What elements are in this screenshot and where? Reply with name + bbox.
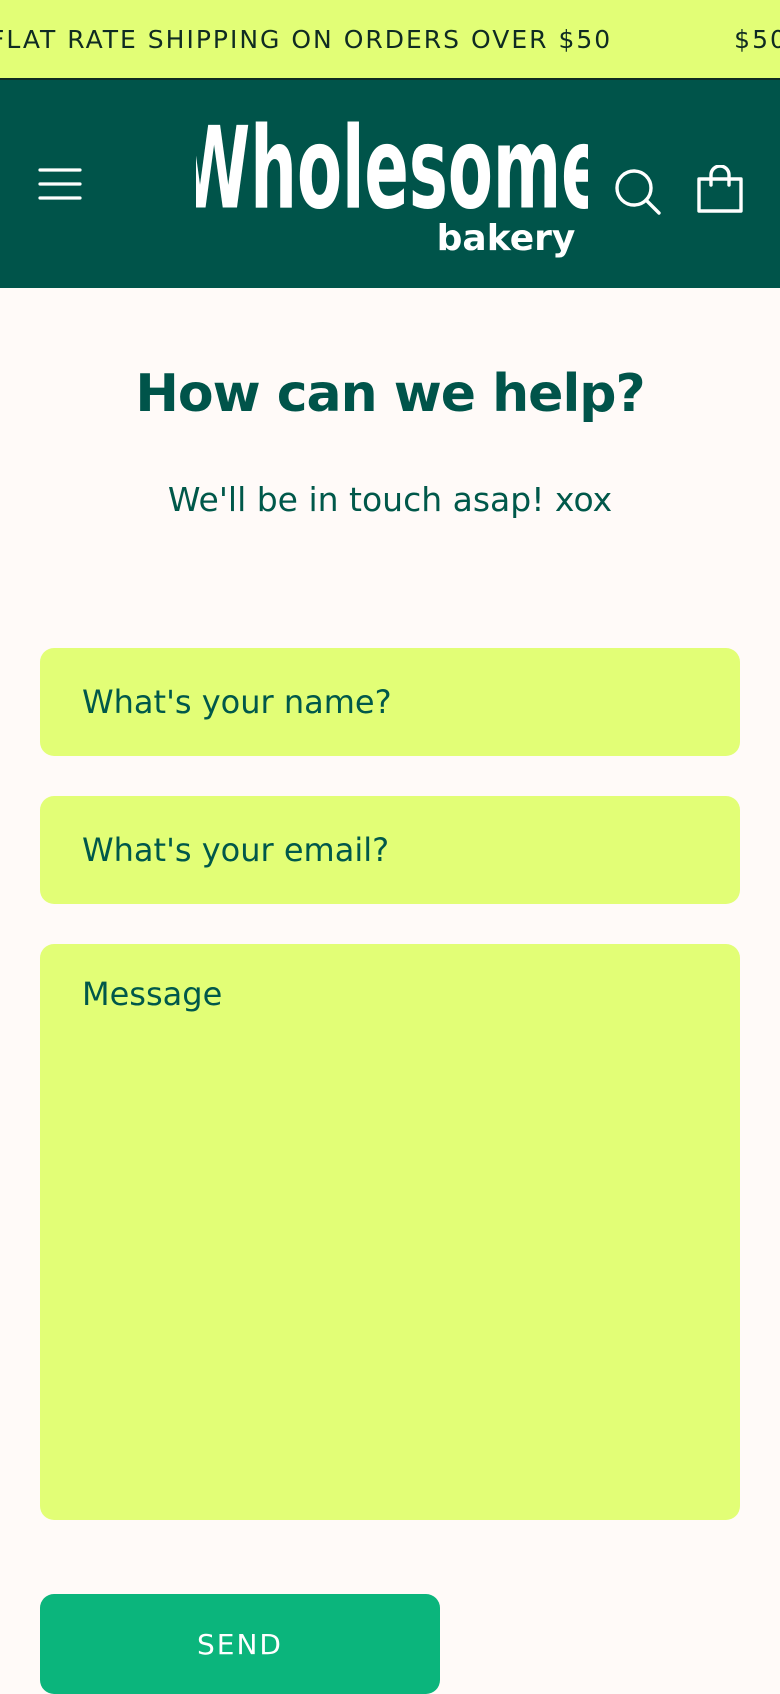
send-button[interactable]: SEND	[40, 1594, 440, 1694]
page-title: How can we help?	[135, 364, 645, 424]
hamburger-menu-icon	[38, 168, 82, 200]
announcement-message: FLAT RATE SHIPPING ON ORDERS OVER $50	[0, 24, 613, 54]
logo-text-main: Wholesome	[196, 102, 588, 234]
name-field[interactable]	[40, 648, 740, 756]
email-field[interactable]	[40, 796, 740, 904]
message-field[interactable]	[40, 944, 740, 1520]
shopping-bag-icon	[697, 165, 743, 213]
cart-button[interactable]	[686, 156, 754, 224]
announcement-track: FLAT RATE SHIPPING ON ORDERS OVER $50 $5…	[0, 0, 780, 78]
announcement-message-repeat: $50	[734, 24, 780, 54]
search-icon	[615, 169, 661, 215]
announcement-bar: FLAT RATE SHIPPING ON ORDERS OVER $50 $5…	[0, 0, 780, 80]
page-subtitle: We'll be in touch asap! xox	[167, 480, 613, 519]
search-button[interactable]	[604, 158, 672, 226]
site-header: Wholesome bakery	[0, 80, 780, 288]
brand-logo[interactable]: Wholesome bakery	[196, 102, 588, 272]
menu-button[interactable]	[28, 152, 92, 216]
logo-text-sub: bakery	[437, 218, 576, 259]
